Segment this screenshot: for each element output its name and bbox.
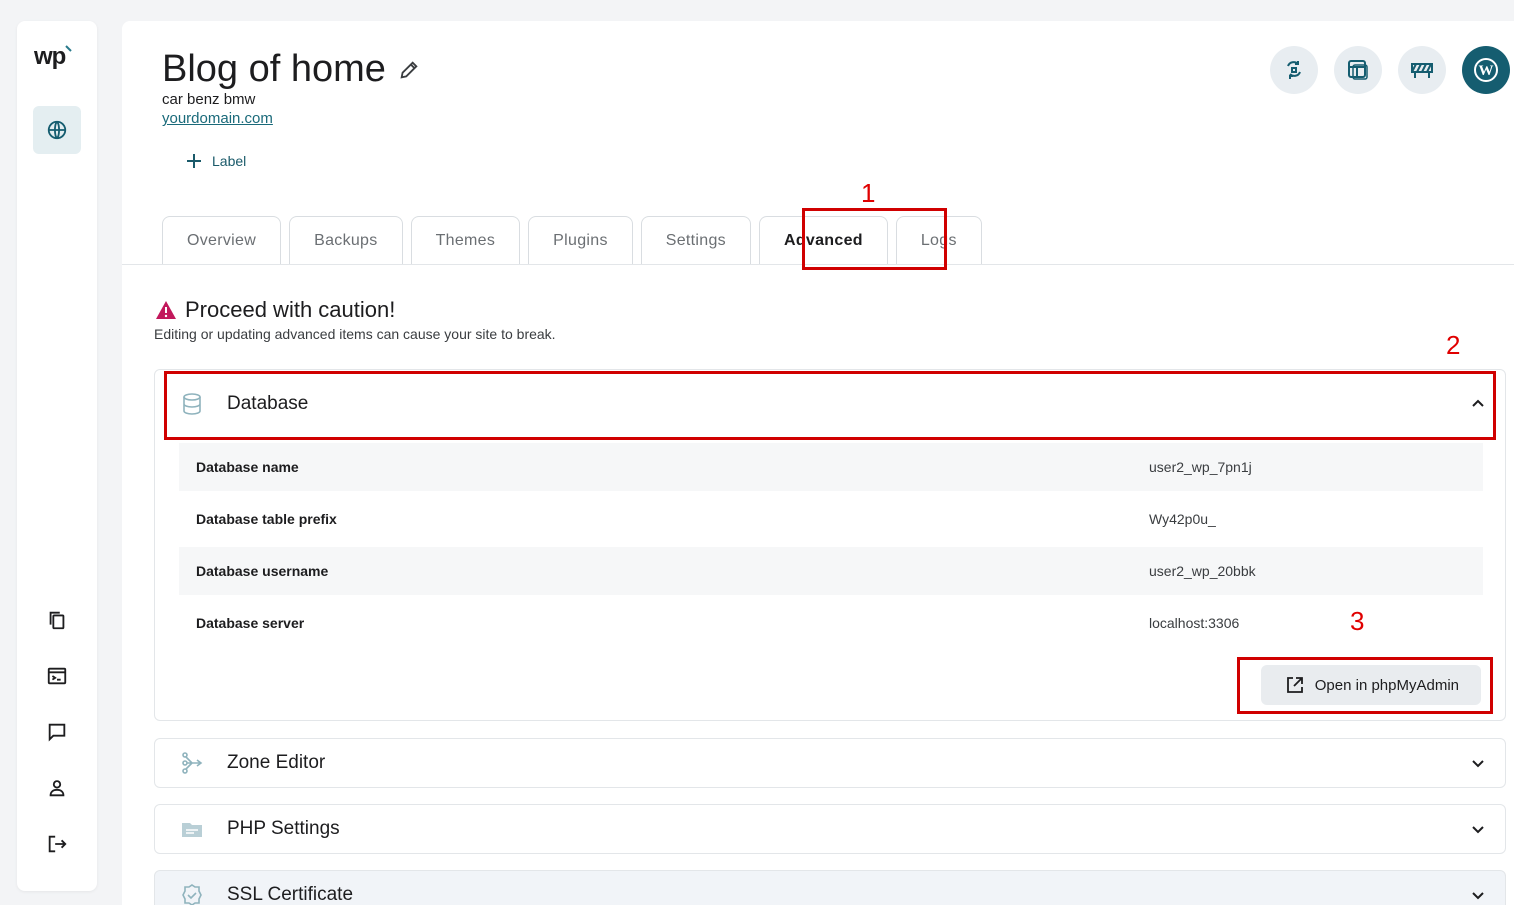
branch-icon (179, 750, 205, 776)
main-panel: Blog of home car benz bmw yourdomain.com… (122, 21, 1514, 905)
caution-title: Proceed with caution! (185, 297, 396, 322)
php-settings-title: PHP Settings (227, 818, 340, 839)
table-row: Database server localhost:3306 (179, 599, 1483, 647)
tab-plugins[interactable]: Plugins (528, 216, 633, 264)
annotation-number-1: 1 (861, 178, 876, 208)
row-label: Database username (196, 563, 329, 579)
logo-mark-icon (65, 45, 73, 52)
table-row: Database username user2_wp_20bbk (179, 547, 1483, 595)
chat-icon[interactable] (43, 718, 71, 746)
zone-editor-section[interactable]: Zone Editor (154, 738, 1506, 788)
tab-settings[interactable]: Settings (640, 216, 751, 264)
site-subtitle: car benz bmw (162, 91, 256, 108)
layout-icon[interactable] (1334, 46, 1382, 94)
svg-text:W: W (1479, 63, 1494, 79)
tab-themes[interactable]: Themes (410, 216, 521, 264)
caution-text: Editing or updating advanced items can c… (154, 326, 556, 342)
site-domain-link[interactable]: yourdomain.com (162, 110, 273, 127)
warning-icon (156, 301, 176, 319)
ssl-certificate-header[interactable]: SSL Certificate (155, 871, 1505, 905)
row-value: user2_wp_7pn1j (1149, 459, 1252, 475)
annotation-box-database-header (164, 371, 1496, 440)
add-label-text: Label (212, 153, 247, 169)
php-settings-section[interactable]: PHP Settings (154, 804, 1506, 854)
table-row: Database table prefix Wy42p0u_ (179, 495, 1483, 543)
copy-icon[interactable] (43, 606, 71, 634)
annotation-number-3: 3 (1350, 606, 1365, 636)
zone-editor-header[interactable]: Zone Editor (155, 739, 1505, 787)
ssl-certificate-section[interactable]: SSL Certificate (154, 870, 1506, 905)
annotation-box-advanced-tab (802, 208, 947, 270)
tab-backups[interactable]: Backups (289, 216, 403, 264)
badge-check-icon (179, 882, 205, 905)
annotation-number-2: 2 (1446, 330, 1461, 360)
terminal-icon[interactable] (43, 662, 71, 690)
row-value: Wy42p0u_ (1149, 511, 1216, 527)
row-value: user2_wp_20bbk (1149, 563, 1256, 579)
add-label-button[interactable]: Label (186, 153, 246, 169)
folder-icon (179, 816, 205, 842)
site-title: Blog of home (162, 48, 386, 90)
globe-icon[interactable] (33, 106, 81, 154)
zone-editor-title: Zone Editor (227, 752, 326, 773)
chevron-down-icon[interactable] (1471, 756, 1485, 770)
php-settings-header[interactable]: PHP Settings (155, 805, 1505, 853)
page-title: Blog of home (162, 48, 420, 91)
row-label: Database server (196, 615, 305, 631)
edit-pencil-icon[interactable] (398, 59, 420, 81)
row-value: localhost:3306 (1149, 615, 1240, 631)
ssl-certificate-title: SSL Certificate (227, 884, 354, 905)
tab-overview[interactable]: Overview (162, 216, 282, 264)
logout-icon[interactable] (43, 830, 71, 858)
chevron-down-icon[interactable] (1471, 822, 1485, 836)
logo-text: wp (34, 43, 66, 70)
wp-logo[interactable]: wp (34, 43, 73, 71)
row-label: Database table prefix (196, 511, 337, 527)
sidebar: wp (17, 21, 97, 891)
chevron-down-icon[interactable] (1471, 888, 1485, 902)
sync-icon[interactable] (1270, 46, 1318, 94)
caution-heading: Proceed with caution! (155, 297, 395, 323)
wordpress-icon[interactable]: W (1462, 46, 1510, 94)
table-row: Database name user2_wp_7pn1j (179, 443, 1483, 491)
annotation-box-phpmyadmin (1237, 657, 1493, 714)
barrier-icon[interactable] (1398, 46, 1446, 94)
row-label: Database name (196, 459, 299, 475)
plus-icon (187, 154, 201, 168)
user-icon[interactable] (43, 774, 71, 802)
